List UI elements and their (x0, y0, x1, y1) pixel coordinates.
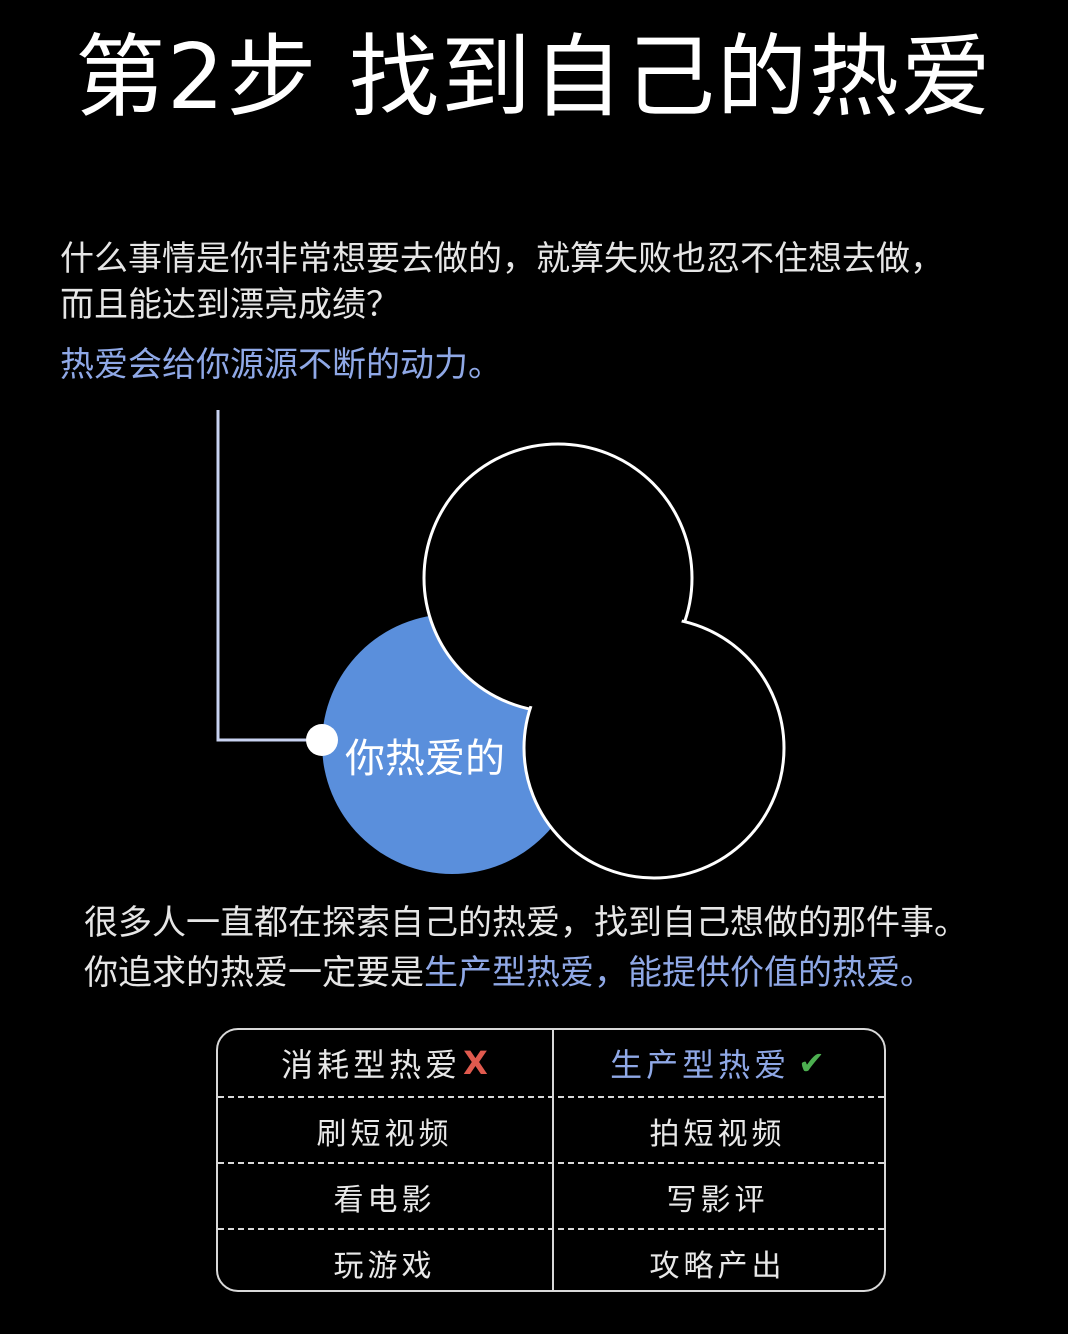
paragraph-line-2: 你追求的热爱一定要是生产型热爱，能提供价值的热爱。 (84, 948, 1044, 998)
check-icon: ✔ (798, 1044, 825, 1082)
explanation-paragraph: 很多人一直都在探索自己的热爱，找到自己想做的那件事。 你追求的热爱一定要是生产型… (84, 898, 1044, 998)
page-title: 第2步 找到自己的热爱 (75, 25, 993, 130)
paragraph-line-2-plain: 你追求的热爱一定要是 (84, 953, 424, 993)
intro-line-1: 什么事情是你非常想要去做的，就算失败也忍不住想去做， (60, 239, 944, 279)
header-productive-label: 生产型热爱 (610, 1046, 791, 1084)
table-cell-left: 看电影 (333, 1183, 436, 1218)
venn-svg: 你热爱的 (216, 410, 786, 880)
table-row: 玩游戏 攻略产出 (218, 1228, 884, 1290)
table-header-row: 消耗型热爱 X 生产型热爱 ✔ (218, 1030, 884, 1096)
header-consumptive: 消耗型热爱 X (218, 1030, 551, 1096)
table-row: 看电影 写影评 (218, 1162, 884, 1230)
intro-line-2: 而且能达到漂亮成绩？ (60, 285, 400, 325)
table-cell-right: 写影评 (666, 1183, 769, 1218)
cross-icon: X (463, 1044, 488, 1082)
paragraph-line-2-highlight: 生产型热爱，能提供价值的热爱。 (424, 953, 934, 993)
comparison-table: 消耗型热爱 X 生产型热爱 ✔ 刷短视频 拍短视频 看电影 写影评 玩游戏 攻略产出 (216, 1028, 886, 1292)
venn-diagram: 你热爱的 (0, 400, 1068, 900)
table-cell-left: 刷短视频 (316, 1117, 453, 1152)
table-cell-left: 玩游戏 (333, 1249, 436, 1284)
connector-dot (306, 724, 338, 756)
tagline: 热爱会给你源源不断的动力。 (60, 345, 502, 385)
venn-label-passion: 你热爱的 (345, 736, 505, 782)
header-consumptive-label: 消耗型热爱 (281, 1046, 462, 1084)
header-productive: 生产型热爱 ✔ (551, 1030, 884, 1096)
table-cell-right: 拍短视频 (649, 1117, 786, 1152)
table-row: 刷短视频 拍短视频 (218, 1096, 884, 1164)
table-cell-right: 攻略产出 (649, 1249, 786, 1284)
intro-question: 什么事情是你非常想要去做的，就算失败也忍不住想去做， 而且能达到漂亮成绩？ (60, 236, 1040, 328)
paragraph-line-1: 很多人一直都在探索自己的热爱，找到自己想做的那件事。 (84, 903, 968, 943)
connector-line (216, 410, 318, 742)
